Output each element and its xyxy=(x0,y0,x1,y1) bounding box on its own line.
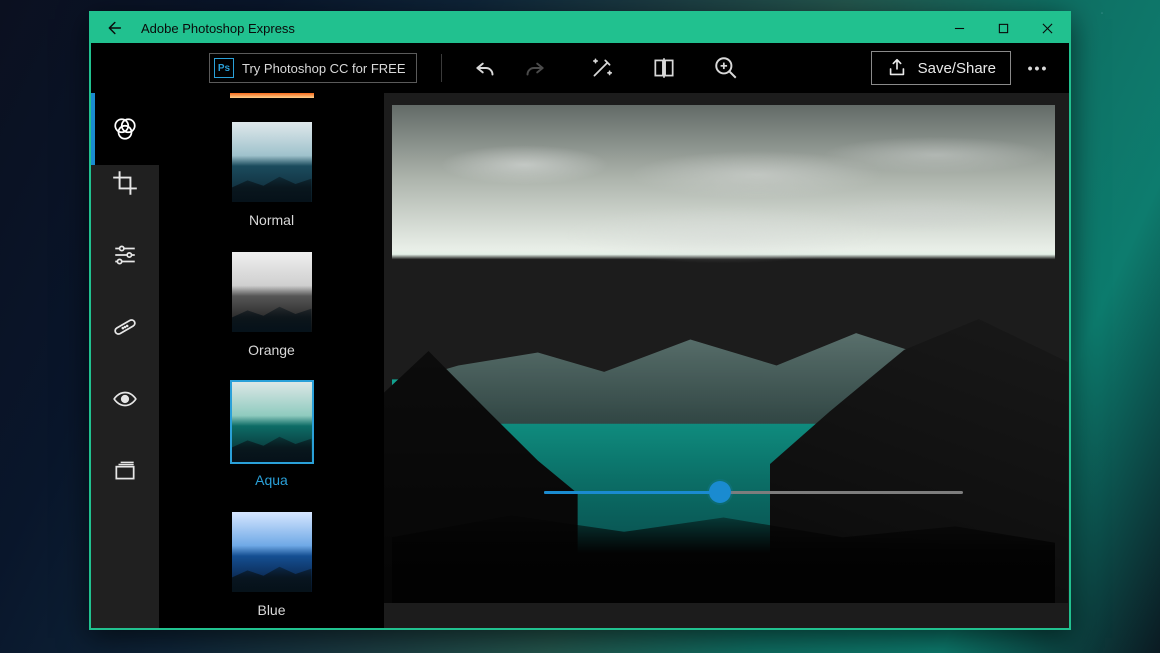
save-share-button[interactable]: Save/Share xyxy=(871,51,1011,85)
filter-item-normal[interactable]: Normal xyxy=(232,122,312,228)
tool-redeye[interactable] xyxy=(91,381,159,417)
looks-icon xyxy=(112,116,138,142)
redo-icon xyxy=(521,55,547,81)
filter-item-blue[interactable]: Blue xyxy=(232,512,312,618)
save-share-label: Save/Share xyxy=(918,60,996,77)
frames-icon xyxy=(112,458,138,484)
intensity-slider[interactable] xyxy=(544,477,963,507)
slider-fill xyxy=(544,491,720,494)
filter-thumb-partial[interactable] xyxy=(230,93,314,98)
top-toolbar: Ps Try Photoshop CC for FREE xyxy=(91,43,1069,93)
title-bar: Adobe Photoshop Express xyxy=(91,13,1069,43)
eye-icon xyxy=(112,386,138,412)
zoom-in-icon xyxy=(713,55,739,81)
app-title: Adobe Photoshop Express xyxy=(135,21,295,36)
auto-enhance-button[interactable] xyxy=(578,43,626,93)
filter-panel: Normal Orange Aqua Blue xyxy=(159,93,384,628)
filter-thumb xyxy=(232,252,312,332)
minimize-button[interactable] xyxy=(937,13,981,43)
toolbar-separator xyxy=(441,54,442,82)
maximize-icon xyxy=(998,23,1009,34)
filter-thumb xyxy=(232,512,312,592)
promo-label: Try Photoshop CC for FREE xyxy=(242,61,406,76)
filter-label: Aqua xyxy=(232,472,312,488)
tool-heal[interactable] xyxy=(91,309,159,345)
slider-thumb[interactable] xyxy=(709,481,731,503)
magic-wand-icon xyxy=(589,55,615,81)
canvas-area xyxy=(384,93,1069,628)
zoom-button[interactable] xyxy=(702,43,750,93)
more-button[interactable]: ••• xyxy=(1019,60,1057,76)
minimize-icon xyxy=(954,23,965,34)
filter-label: Orange xyxy=(232,342,312,358)
filter-thumb xyxy=(232,122,312,202)
main-body: Normal Orange Aqua Blue xyxy=(91,93,1069,628)
app-window: Adobe Photoshop Express Ps Try Photoshop… xyxy=(89,11,1071,630)
tool-adjust[interactable] xyxy=(91,237,159,273)
crop-icon xyxy=(112,170,138,196)
tool-rail xyxy=(91,93,159,628)
filter-label: Blue xyxy=(232,602,312,618)
slider-track xyxy=(544,491,963,494)
photoshop-badge-icon: Ps xyxy=(214,58,234,78)
ellipsis-icon: ••• xyxy=(1028,60,1049,76)
filter-item-orange[interactable]: Orange xyxy=(232,252,312,358)
undo-icon xyxy=(473,55,499,81)
bandage-icon xyxy=(112,314,138,340)
filter-thumb xyxy=(232,382,312,462)
close-icon xyxy=(1042,23,1053,34)
tool-crop[interactable] xyxy=(91,165,159,201)
edited-photo[interactable] xyxy=(392,105,1055,603)
close-button[interactable] xyxy=(1025,13,1069,43)
share-icon xyxy=(886,57,908,79)
active-tool-indicator xyxy=(91,93,95,165)
tool-looks[interactable] xyxy=(91,93,159,165)
undo-button[interactable] xyxy=(462,43,510,93)
filter-item-aqua[interactable]: Aqua xyxy=(232,382,312,488)
compare-button[interactable] xyxy=(640,43,688,93)
maximize-button[interactable] xyxy=(981,13,1025,43)
promo-button[interactable]: Ps Try Photoshop CC for FREE xyxy=(209,53,417,83)
tool-frames[interactable] xyxy=(91,453,159,489)
back-arrow-icon xyxy=(102,17,124,39)
sliders-icon xyxy=(112,242,138,268)
back-button[interactable] xyxy=(91,13,135,43)
filter-label: Normal xyxy=(232,212,312,228)
redo-button[interactable] xyxy=(510,43,558,93)
compare-icon xyxy=(651,55,677,81)
